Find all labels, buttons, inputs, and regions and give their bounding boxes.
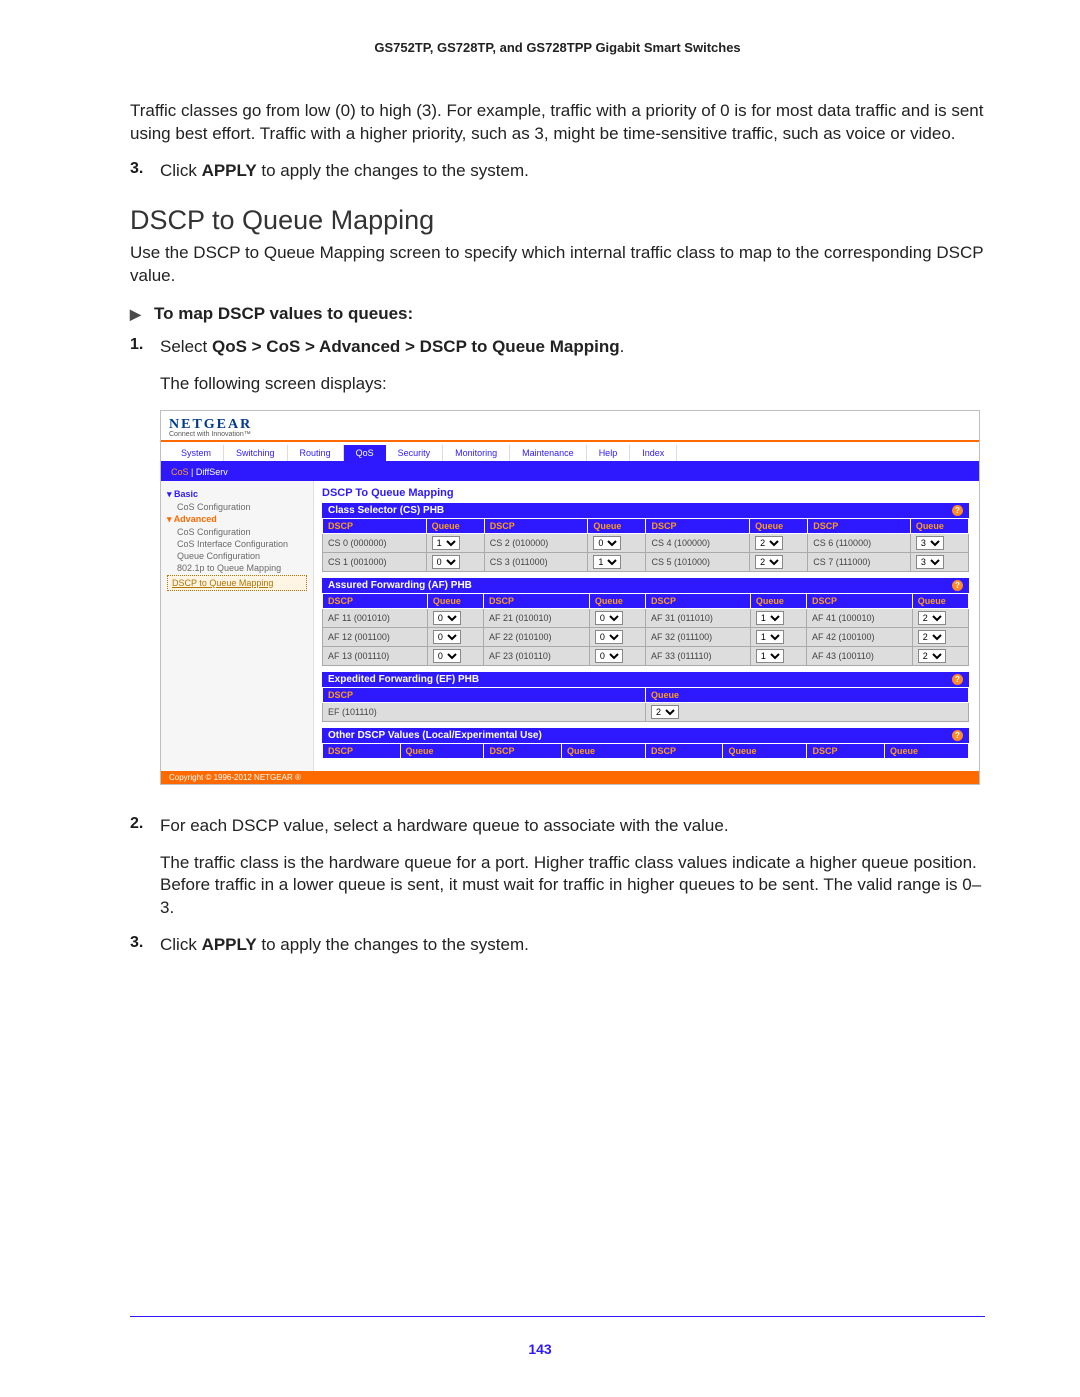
- other-table: DSCPQueue DSCPQueue DSCPQueue DSCPQueue: [322, 743, 969, 759]
- queue-select[interactable]: 0: [433, 630, 461, 644]
- tab-switching[interactable]: Switching: [224, 445, 288, 461]
- queue-select[interactable]: 0: [433, 611, 461, 625]
- page-number: 143: [528, 1341, 551, 1357]
- table-row: EF (101110) 2: [323, 702, 969, 721]
- table-header-row: DSCPQueue DSCPQueue DSCPQueue DSCPQueue: [323, 743, 969, 758]
- sidebar: ▾ Basic CoS Configuration ▾ Advanced CoS…: [161, 481, 314, 771]
- document-page: GS752TP, GS728TP, and GS728TPP Gigabit S…: [0, 0, 1080, 1397]
- group-cs-bar: Class Selector (CS) PHB ?: [322, 503, 969, 518]
- tab-routing[interactable]: Routing: [288, 445, 344, 461]
- table-header-row: DSCP Queue: [323, 687, 969, 702]
- queue-select[interactable]: 2: [755, 555, 783, 569]
- sidebar-item-8021p-mapping[interactable]: 802.1p to Queue Mapping: [167, 563, 307, 573]
- screenshot-ui: NETGEAR Connect with Innovation™ System …: [160, 410, 980, 785]
- queue-select[interactable]: 2: [651, 705, 679, 719]
- panel-title: DSCP To Queue Mapping: [322, 487, 969, 499]
- table-row: CS 1 (001000)0 CS 3 (011000)1 CS 5 (1010…: [323, 552, 969, 571]
- queue-select[interactable]: 0: [593, 536, 621, 550]
- section-intro: Use the DSCP to Queue Mapping screen to …: [130, 242, 985, 288]
- queue-select[interactable]: 2: [755, 536, 783, 550]
- step-text: Click APPLY to apply the changes to the …: [160, 160, 985, 183]
- group-af-bar: Assured Forwarding (AF) PHB ?: [322, 578, 969, 593]
- queue-select[interactable]: 2: [918, 630, 946, 644]
- step-text: Select QoS > CoS > Advanced > DSCP to Qu…: [160, 336, 985, 359]
- step-number: 3.: [130, 160, 143, 178]
- queue-select[interactable]: 0: [432, 555, 460, 569]
- tab-monitoring[interactable]: Monitoring: [443, 445, 510, 461]
- queue-select[interactable]: 1: [593, 555, 621, 569]
- section-title: DSCP to Queue Mapping: [130, 205, 985, 236]
- queue-select[interactable]: 1: [756, 630, 784, 644]
- step-number: 3.: [130, 934, 143, 952]
- queue-select[interactable]: 0: [595, 611, 623, 625]
- step-paragraph: The traffic class is the hardware queue …: [160, 852, 985, 921]
- sidebar-item-cos-interface[interactable]: CoS Interface Configuration: [167, 539, 307, 549]
- cs-table: DSCPQueue DSCPQueue DSCPQueue DSCPQueue …: [322, 518, 969, 572]
- help-icon[interactable]: ?: [952, 674, 963, 685]
- help-icon[interactable]: ?: [952, 505, 963, 516]
- sidebar-advanced-heading[interactable]: ▾ Advanced: [167, 514, 307, 525]
- step-number: 2.: [130, 815, 143, 833]
- tab-system[interactable]: System: [169, 445, 224, 461]
- sidebar-basic-heading[interactable]: ▾ Basic: [167, 489, 307, 500]
- step-text: Click APPLY to apply the changes to the …: [160, 934, 985, 957]
- group-ef-bar: Expedited Forwarding (EF) PHB ?: [322, 672, 969, 687]
- tab-qos[interactable]: QoS: [344, 445, 386, 461]
- top-tabs: System Switching Routing QoS Security Mo…: [161, 442, 979, 464]
- table-row: AF 13 (001110)0 AF 23 (010110)0 AF 33 (0…: [323, 646, 969, 665]
- ef-table: DSCP Queue EF (101110) 2: [322, 687, 969, 722]
- queue-select[interactable]: 1: [432, 536, 460, 550]
- sidebar-item-queue-config[interactable]: Queue Configuration: [167, 551, 307, 561]
- af-table: DSCPQueue DSCPQueue DSCPQueue DSCPQueue …: [322, 593, 969, 666]
- page-rule: [130, 1316, 985, 1317]
- queue-select[interactable]: 0: [595, 649, 623, 663]
- tab-help[interactable]: Help: [587, 445, 631, 461]
- subnav-diffserv[interactable]: DiffServ: [196, 467, 228, 477]
- sub-nav: CoS | DiffServ: [161, 464, 979, 481]
- step-3-top: 3. Click APPLY to apply the changes to t…: [130, 160, 985, 183]
- queue-select[interactable]: 0: [433, 649, 461, 663]
- sidebar-item-cos-config[interactable]: CoS Configuration: [167, 502, 307, 512]
- queue-select[interactable]: 3: [916, 555, 944, 569]
- tab-index[interactable]: Index: [630, 445, 677, 461]
- subnav-cos[interactable]: CoS: [171, 467, 189, 477]
- step-2: 2. For each DSCP value, select a hardwar…: [130, 815, 985, 921]
- queue-select[interactable]: 1: [756, 611, 784, 625]
- queue-select[interactable]: 2: [918, 649, 946, 663]
- step-follow: The following screen displays:: [160, 373, 985, 396]
- step-1: 1. Select QoS > CoS > Advanced > DSCP to…: [130, 336, 985, 396]
- ui-footer: Copyright © 1996-2012 NETGEAR ®: [161, 771, 979, 784]
- table-header-row: DSCPQueue DSCPQueue DSCPQueue DSCPQueue: [323, 518, 969, 533]
- ui-logo-area: NETGEAR Connect with Innovation™: [161, 411, 979, 440]
- step-text: For each DSCP value, select a hardware q…: [160, 815, 985, 838]
- queue-select[interactable]: 2: [918, 611, 946, 625]
- step-3: 3. Click APPLY to apply the changes to t…: [130, 934, 985, 957]
- queue-select[interactable]: 3: [916, 536, 944, 550]
- table-row: AF 11 (001010)0 AF 21 (010010)0 AF 31 (0…: [323, 608, 969, 627]
- table-header-row: DSCPQueue DSCPQueue DSCPQueue DSCPQueue: [323, 593, 969, 608]
- howto-heading: To map DSCP values to queues:: [130, 304, 985, 324]
- queue-select[interactable]: 0: [595, 630, 623, 644]
- table-row: AF 12 (001100)0 AF 22 (010100)0 AF 32 (0…: [323, 627, 969, 646]
- tab-security[interactable]: Security: [386, 445, 444, 461]
- intro-paragraph: Traffic classes go from low (0) to high …: [130, 100, 985, 146]
- tab-maintenance[interactable]: Maintenance: [510, 445, 587, 461]
- sidebar-item-cos-config-adv[interactable]: CoS Configuration: [167, 527, 307, 537]
- group-other-bar: Other DSCP Values (Local/Experimental Us…: [322, 728, 969, 743]
- table-row: CS 0 (000000)1 CS 2 (010000)0 CS 4 (1000…: [323, 533, 969, 552]
- ui-body: ▾ Basic CoS Configuration ▾ Advanced CoS…: [161, 481, 979, 771]
- queue-select[interactable]: 1: [756, 649, 784, 663]
- sidebar-item-dscp-mapping[interactable]: DSCP to Queue Mapping: [167, 575, 307, 591]
- brand-tagline: Connect with Innovation™: [169, 431, 971, 438]
- help-icon[interactable]: ?: [952, 580, 963, 591]
- main-panel: DSCP To Queue Mapping Class Selector (CS…: [314, 481, 979, 771]
- doc-header: GS752TP, GS728TP, and GS728TPP Gigabit S…: [130, 40, 985, 55]
- help-icon[interactable]: ?: [952, 730, 963, 741]
- step-number: 1.: [130, 336, 143, 354]
